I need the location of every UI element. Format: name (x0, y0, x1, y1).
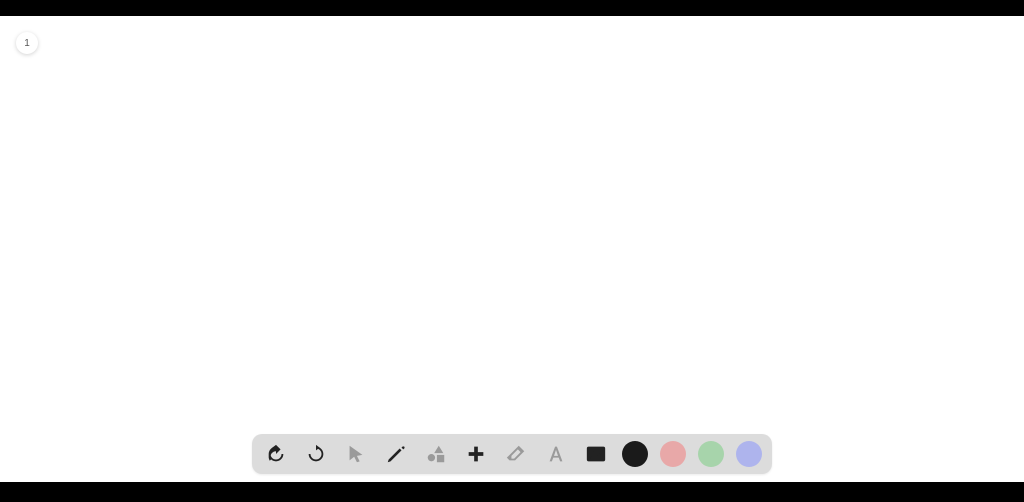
redo-button[interactable] (302, 440, 330, 468)
plus-icon (465, 443, 487, 465)
eraser-icon (505, 443, 527, 465)
top-letterbox (0, 0, 1024, 16)
cursor-icon (345, 443, 367, 465)
shapes-icon (425, 443, 447, 465)
undo-button[interactable] (262, 440, 290, 468)
color-green[interactable] (698, 441, 724, 467)
undo-icon (265, 443, 287, 465)
bottom-letterbox (0, 482, 1024, 502)
color-blue[interactable] (736, 441, 762, 467)
select-button[interactable] (342, 440, 370, 468)
pencil-icon (385, 443, 407, 465)
page-number-label: 1 (24, 38, 30, 49)
color-red[interactable] (660, 441, 686, 467)
shapes-button[interactable] (422, 440, 450, 468)
text-button[interactable] (542, 440, 570, 468)
image-icon (585, 443, 607, 465)
pencil-button[interactable] (382, 440, 410, 468)
canvas-area[interactable] (0, 16, 1024, 482)
text-icon (545, 443, 567, 465)
eraser-button[interactable] (502, 440, 530, 468)
redo-icon (305, 443, 327, 465)
color-black[interactable] (622, 441, 648, 467)
image-button[interactable] (582, 440, 610, 468)
plus-button[interactable] (462, 440, 490, 468)
page-number-badge[interactable]: 1 (16, 32, 38, 54)
drawing-toolbar (252, 434, 772, 474)
